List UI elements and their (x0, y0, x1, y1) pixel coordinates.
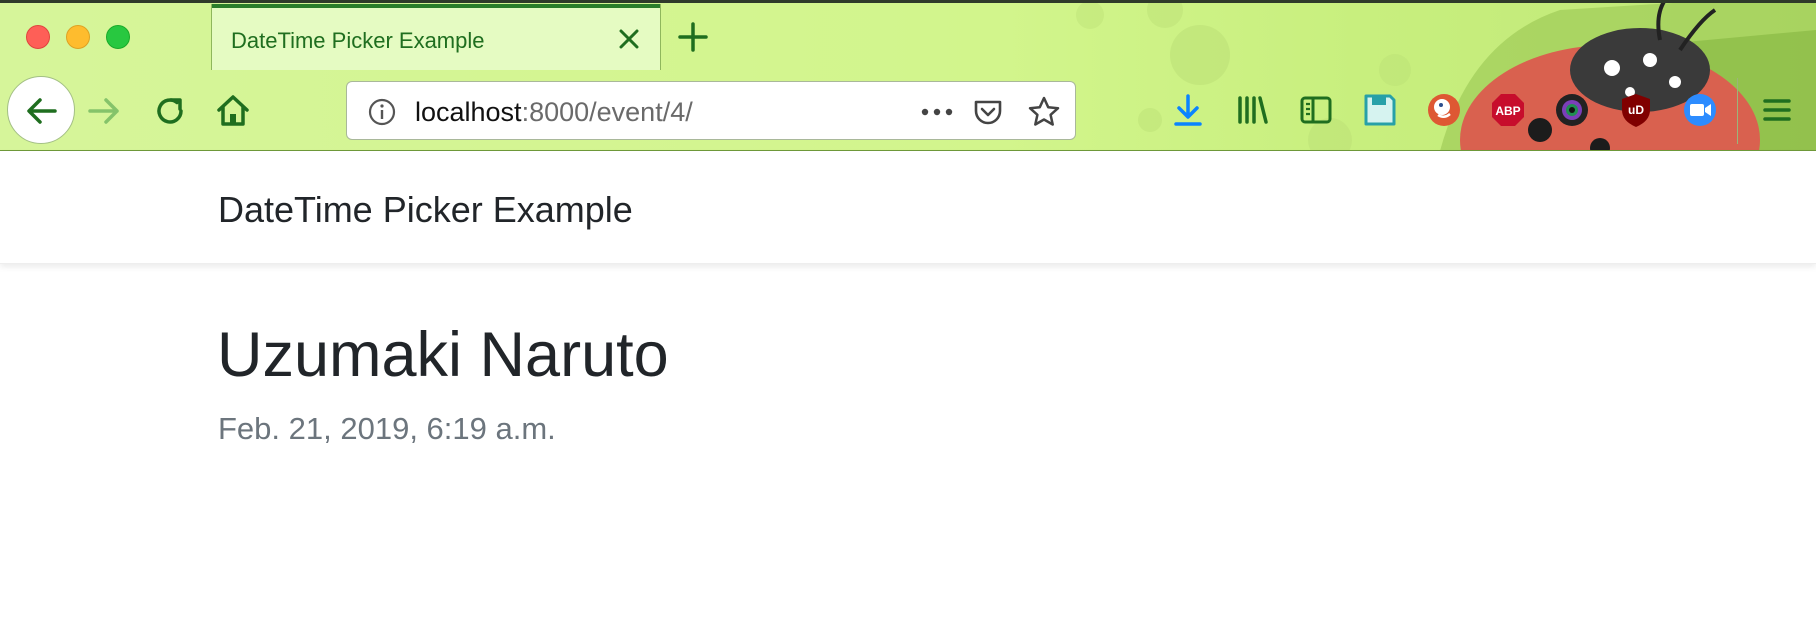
reload-icon[interactable] (151, 92, 189, 130)
info-icon[interactable] (367, 97, 397, 127)
event-title: Uzumaki Naruto (217, 320, 669, 390)
star-icon[interactable] (1026, 94, 1062, 130)
save-icon[interactable] (1360, 90, 1400, 130)
svg-text:ABP: ABP (1495, 104, 1520, 118)
zoom-icon[interactable] (1680, 90, 1720, 130)
window-maximize-button[interactable] (106, 25, 130, 49)
home-icon[interactable] (214, 91, 252, 129)
window-close-button[interactable] (26, 25, 50, 49)
close-icon[interactable] (614, 24, 644, 54)
window-top-border (0, 0, 1816, 3)
browser-toolbar: DateTime Picker Example localhost:8000/e… (0, 0, 1816, 151)
page-content: DateTime Picker Example Uzumaki Naruto F… (0, 151, 1816, 622)
browser-tab[interactable]: DateTime Picker Example (211, 4, 661, 70)
navbar-brand-link[interactable]: DateTime Picker Example (218, 189, 633, 231)
ublock-icon[interactable]: uD (1616, 90, 1656, 130)
toolbar-separator (1737, 78, 1738, 144)
library-icon[interactable] (1232, 90, 1272, 130)
sidebar-icon[interactable] (1296, 90, 1336, 130)
back-button[interactable] (7, 76, 75, 144)
download-icon[interactable] (1168, 90, 1208, 130)
url-path: :8000/event/4/ (521, 97, 693, 127)
window-minimize-button[interactable] (66, 25, 90, 49)
url-text[interactable]: localhost:8000/event/4/ (415, 97, 693, 128)
duckduckgo-icon[interactable] (1424, 90, 1464, 130)
lens-icon[interactable] (1552, 90, 1592, 130)
tab-active-indicator (212, 4, 660, 8)
back-arrow-icon (27, 98, 57, 124)
pocket-icon[interactable] (971, 95, 1005, 129)
new-tab-plus-icon[interactable] (675, 19, 711, 55)
event-datetime: Feb. 21, 2019, 6:19 a.m. (218, 411, 556, 446)
url-bar[interactable]: localhost:8000/event/4/ (346, 81, 1076, 140)
forward-arrow-icon[interactable] (86, 93, 122, 129)
tab-title: DateTime Picker Example (231, 28, 485, 53)
svg-text:uD: uD (1628, 103, 1644, 117)
hamburger-menu-icon[interactable] (1757, 90, 1797, 130)
adblock-plus-icon[interactable]: ABP (1488, 90, 1528, 130)
more-icon[interactable] (917, 97, 957, 127)
url-host: localhost (415, 97, 522, 127)
site-navbar: DateTime Picker Example (0, 151, 1816, 264)
